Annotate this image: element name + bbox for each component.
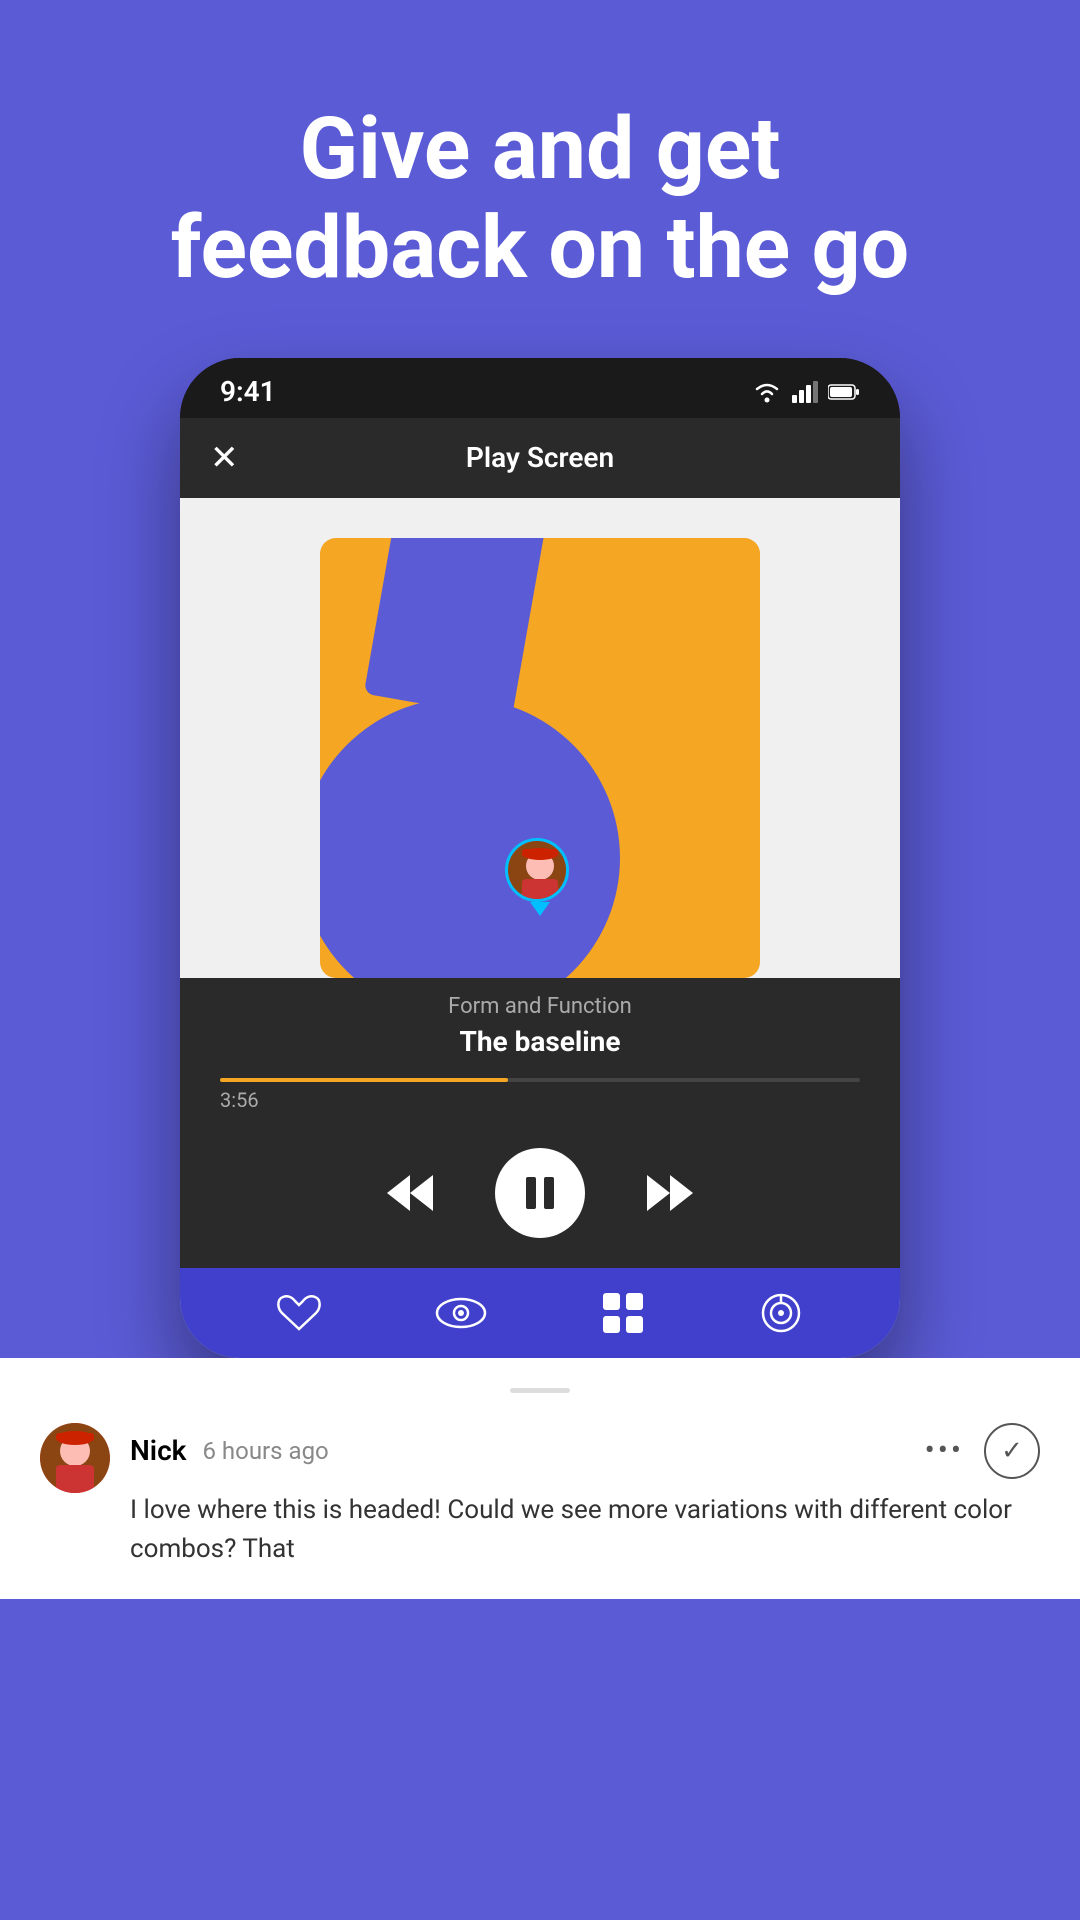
grid-button[interactable] (601, 1291, 645, 1335)
status-time: 9:41 (220, 375, 276, 408)
pause-button[interactable] (495, 1148, 585, 1238)
phone-mockup: 9:41 (180, 358, 900, 1358)
content-area: Form and Function The baseline 3:56 (180, 498, 900, 1358)
headline: Give and get feedback on the go (0, 0, 1080, 358)
rewind-icon (385, 1173, 435, 1213)
headline-line1: Give and get (300, 98, 781, 199)
status-icons (752, 381, 860, 403)
app-bar-title: Play Screen (466, 441, 614, 474)
track-info-bar: Form and Function The baseline (180, 978, 900, 1070)
heart-button[interactable] (277, 1293, 321, 1333)
spiral-button[interactable] (759, 1291, 803, 1335)
user-pin-bubble (505, 838, 569, 902)
progress-bar-background[interactable] (220, 1078, 860, 1082)
action-bar (180, 1268, 900, 1358)
signal-icon (792, 381, 818, 403)
more-options-button[interactable]: ••• (925, 1433, 964, 1468)
user-pin-tail (530, 902, 550, 916)
comment-section: Nick 6 hours ago ••• ✓ I love where this… (0, 1358, 1080, 1599)
comment-author-row: Nick 6 hours ago ••• ✓ (130, 1423, 1040, 1479)
comment-meta: Nick 6 hours ago ••• ✓ I love where this… (130, 1423, 1040, 1569)
track-title: The baseline (220, 1025, 860, 1058)
drag-handle[interactable] (510, 1388, 570, 1393)
user-avatar-svg (508, 841, 569, 902)
commenter-avatar (40, 1423, 110, 1493)
wifi-icon (752, 381, 782, 403)
pause-icon (520, 1173, 560, 1213)
headline-line2: feedback on the go (171, 197, 909, 298)
album-art (320, 538, 760, 978)
progress-bar-fill (220, 1078, 508, 1082)
check-icon: ✓ (1001, 1436, 1023, 1466)
check-button[interactable]: ✓ (984, 1423, 1040, 1479)
page-background: Give and get feedback on the go 9:41 (0, 0, 1080, 1920)
comment-author: Nick (130, 1434, 186, 1467)
progress-section: 3:56 (180, 1070, 900, 1128)
album-art-container (180, 498, 900, 978)
comment-row: Nick 6 hours ago ••• ✓ I love where this… (40, 1423, 1040, 1569)
heart-icon (277, 1293, 321, 1333)
comment-time: 6 hours ago (202, 1437, 328, 1465)
forward-button[interactable] (635, 1158, 705, 1228)
app-bar: ✕ Play Screen (180, 418, 900, 498)
battery-icon (828, 383, 860, 401)
eye-button[interactable] (435, 1295, 487, 1331)
user-pin (505, 838, 575, 918)
comment-actions: ••• ✓ (925, 1423, 1040, 1479)
progress-time: 3:56 (220, 1088, 860, 1112)
comment-text: I love where this is headed! Could we se… (130, 1491, 1040, 1569)
commenter-avatar-svg (40, 1423, 110, 1493)
track-subtitle: Form and Function (220, 994, 860, 1019)
close-button[interactable]: ✕ (210, 438, 239, 478)
forward-icon (645, 1173, 695, 1213)
status-bar: 9:41 (180, 358, 900, 418)
grid-icon (601, 1291, 645, 1335)
playback-controls (180, 1128, 900, 1268)
spiral-icon (759, 1291, 803, 1335)
rewind-button[interactable] (375, 1158, 445, 1228)
eye-icon (435, 1295, 487, 1331)
